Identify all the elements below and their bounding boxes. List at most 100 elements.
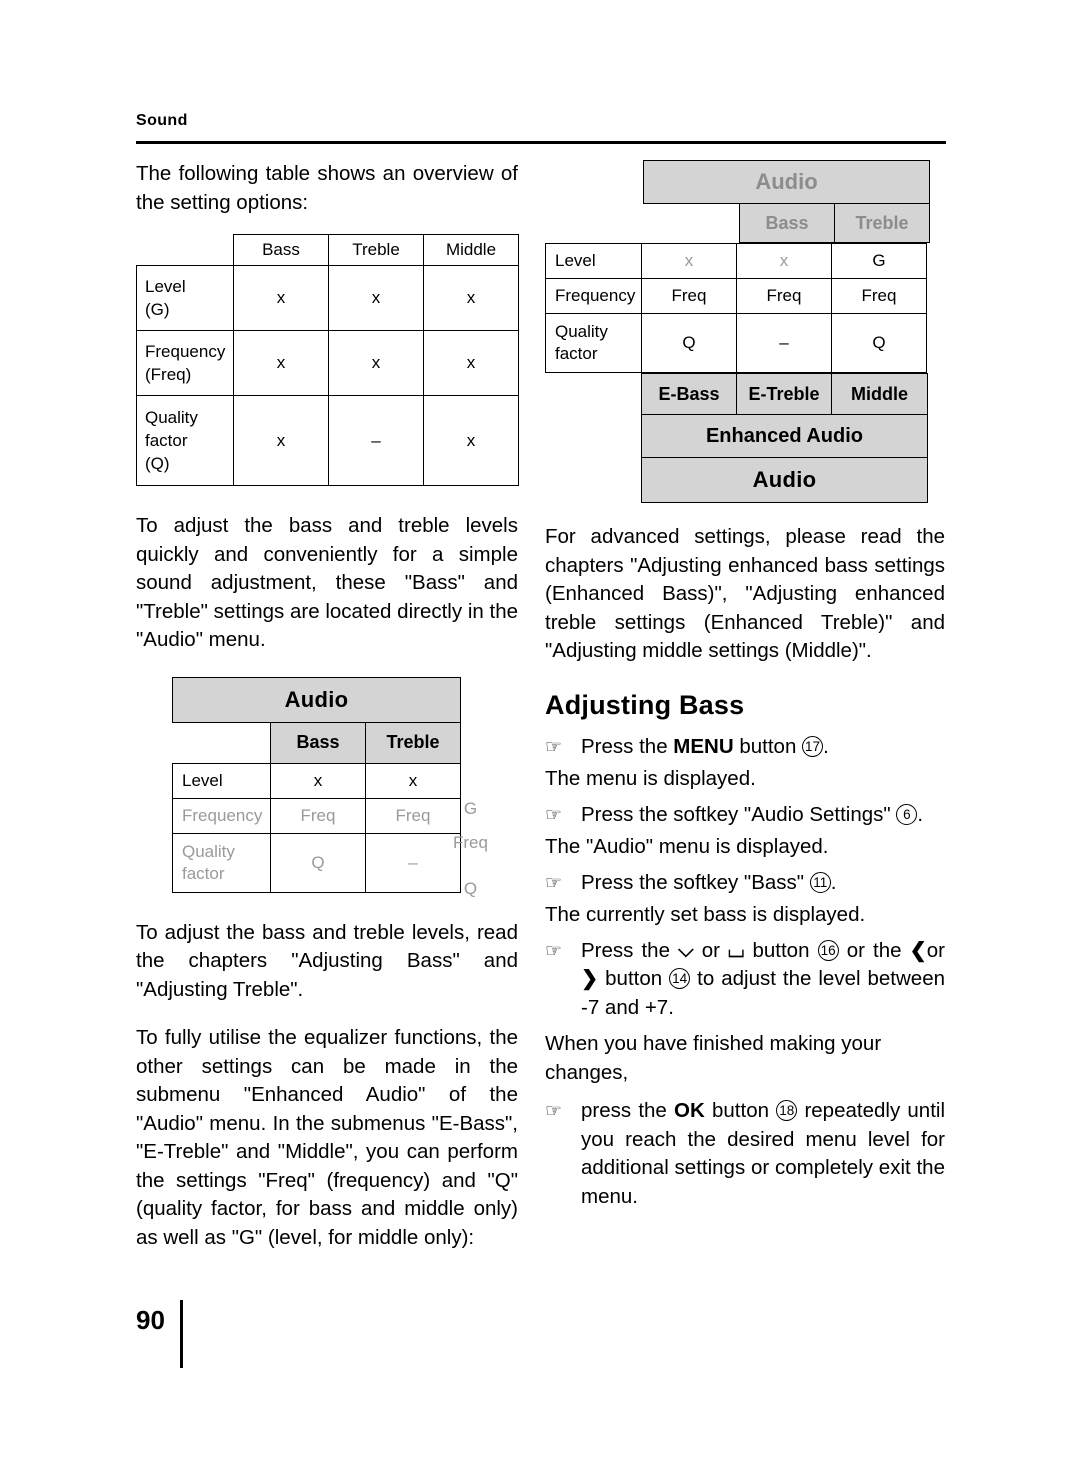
table-row: Quality factor Q – bbox=[172, 832, 461, 893]
overview-cell: x bbox=[328, 330, 424, 396]
pointing-hand-icon: ☞ bbox=[545, 1101, 563, 1122]
left-column: The following table shows an overview of… bbox=[136, 160, 519, 1252]
screen-row-label-quality: Quality factor bbox=[172, 832, 271, 893]
page-number: 90 bbox=[136, 1305, 165, 1335]
step-text-button2: button bbox=[598, 967, 670, 990]
header-rule bbox=[136, 141, 946, 144]
overview-row-label-level: Level (G) bbox=[136, 265, 234, 331]
screen-cell: x bbox=[270, 762, 366, 799]
screen-subtab-row: E-Bass E-Treble Middle bbox=[641, 373, 928, 415]
screen-title-row: Audio bbox=[172, 676, 461, 723]
step-text-tail: . bbox=[917, 802, 924, 826]
screen-corner-cell bbox=[644, 204, 740, 243]
screen-enhanced-row: Enhanced Audio bbox=[641, 414, 928, 458]
screen-cell: G bbox=[463, 799, 478, 818]
step-text-post: button bbox=[733, 734, 803, 758]
chapter-header: Sound bbox=[136, 112, 188, 129]
overview-cell: x bbox=[233, 265, 329, 331]
screen-label-enhanced-audio: Enhanced Audio bbox=[641, 414, 928, 458]
overview-col-middle: Middle bbox=[423, 234, 519, 266]
paragraph-quick-adjust: To adjust the bass and treble levels qui… bbox=[136, 514, 518, 651]
step-text-pre: Press the softkey "Audio Settings" bbox=[581, 802, 897, 826]
overview-table: Bass Treble Middle Level (G) x x x Freque… bbox=[136, 234, 519, 486]
screen-col-bass: Bass bbox=[739, 203, 835, 243]
paragraph-equalizer: To fully utilise the equalizer functions… bbox=[136, 1026, 518, 1249]
intro-paragraph: The following table shows an overview of… bbox=[136, 162, 518, 214]
screen-cell: x bbox=[641, 243, 737, 279]
step-text-button: button bbox=[744, 938, 818, 962]
enhanced-audio-footer: E-Bass E-Treble Middle Enhanced Audio Au… bbox=[641, 373, 928, 503]
overview-cell: x bbox=[423, 265, 519, 331]
overview-row-label-quality: Quality factor (Q) bbox=[136, 395, 234, 486]
step-text-tail: . bbox=[823, 734, 829, 758]
pointing-hand-icon: ☞ bbox=[545, 872, 563, 894]
document-page: Sound The following table shows an overv… bbox=[0, 0, 1080, 1460]
screen-corner-cell bbox=[173, 722, 271, 763]
step-text-pre: Press the bbox=[581, 734, 674, 758]
screen-cell: G bbox=[831, 243, 927, 279]
screen-header-row: Bass Treble bbox=[644, 203, 930, 243]
screen-tab-etreble: E-Treble bbox=[736, 373, 832, 415]
step-note-bass-displayed: The currently set bass is displayed. bbox=[545, 903, 866, 926]
overview-cell: x bbox=[423, 395, 519, 486]
table-row: Level x x G bbox=[545, 243, 927, 279]
screen-header-row: Bass Treble bbox=[173, 721, 461, 764]
overview-cell: – bbox=[328, 395, 424, 486]
step-text-orthe: or the bbox=[838, 938, 910, 962]
screen-title: Audio bbox=[172, 676, 461, 723]
left-arrow-icon: ❮ bbox=[909, 938, 927, 962]
screen-cell: x bbox=[736, 243, 832, 279]
screen-row-label-level: Level bbox=[545, 243, 642, 279]
paragraph-advanced-settings: For advanced settings, please read the c… bbox=[545, 525, 945, 662]
step-note-menu-displayed: The menu is displayed. bbox=[545, 767, 756, 790]
screen-row-label-frequency: Frequency bbox=[545, 278, 642, 314]
overview-cell: x bbox=[328, 265, 424, 331]
screen-title-row: Audio bbox=[643, 160, 930, 204]
overview-cell: x bbox=[233, 395, 329, 486]
right-arrow-icon: ❯ bbox=[581, 967, 599, 990]
paragraph-read-chapters: To adjust the bass and treble levels, re… bbox=[136, 920, 518, 1001]
table-row: Quality factor Q – Q bbox=[545, 313, 927, 373]
overview-cell: x bbox=[423, 330, 519, 396]
screen-footer-row: Audio bbox=[641, 457, 928, 503]
overview-cell: x bbox=[233, 330, 329, 396]
screen-cell: Q bbox=[831, 313, 927, 373]
down-arrow-icon: ⌵ bbox=[678, 938, 694, 962]
screen-cell: Q bbox=[641, 313, 737, 373]
audio-screen-third-column: G Freq Q bbox=[424, 708, 517, 918]
enhanced-audio-screen: Audio Bass Treble bbox=[643, 160, 945, 243]
step-bold-ok: OK bbox=[674, 1099, 705, 1122]
pointing-hand-icon: ☞ bbox=[545, 736, 563, 758]
step-text-tail: . bbox=[830, 870, 837, 894]
step-adjust-level: ☞ Press the ⌵ or ⌴ button 16 or the ❮or … bbox=[545, 937, 945, 1023]
step-press-ok: ☞ press the OK button 18 repeatedly unti… bbox=[545, 1097, 945, 1211]
step-bold-menu: MENU bbox=[673, 734, 734, 758]
table-row: Frequency (Freq) x x x bbox=[136, 330, 519, 396]
page-title: Adjusting Bass bbox=[545, 689, 745, 720]
paragraph-finished: When you have finished making your chang… bbox=[545, 1032, 882, 1084]
screen-cell: Freq bbox=[641, 278, 737, 314]
step-note-audio-menu-displayed: The "Audio" menu is displayed. bbox=[545, 835, 829, 858]
screen-row-label-level: Level bbox=[172, 762, 271, 799]
step-press-bass: ☞ Press the softkey "Bass" 11. bbox=[545, 869, 945, 898]
screen-cell: Q bbox=[463, 879, 478, 898]
table-header-row: Bass Treble Middle bbox=[137, 234, 519, 266]
reference-number: 16 bbox=[817, 939, 839, 961]
screen-tab-ebass: E-Bass bbox=[641, 373, 737, 415]
overview-col-bass: Bass bbox=[233, 234, 329, 266]
table-row: Level x x bbox=[172, 762, 461, 799]
right-column: Audio Bass Treble Level x x G Frequency … bbox=[545, 160, 945, 1211]
screen-cell: Freq bbox=[736, 278, 832, 314]
step-text-pre: press the bbox=[581, 1099, 675, 1122]
overview-corner-cell bbox=[137, 235, 234, 266]
screen-row-label-quality: Quality factor bbox=[545, 313, 642, 373]
screen-tab-middle: Middle bbox=[831, 373, 928, 415]
table-row: Quality factor (Q) x – x bbox=[136, 395, 519, 486]
screen-col-bass: Bass bbox=[270, 721, 366, 764]
screen-cell: Freq bbox=[831, 278, 927, 314]
step-text-or2: or bbox=[926, 938, 945, 962]
reference-number: 17 bbox=[802, 735, 824, 757]
step-text-mid: button bbox=[704, 1099, 777, 1122]
pointing-hand-icon: ☞ bbox=[545, 804, 563, 826]
step-text-pre: Press the softkey "Bass" bbox=[581, 870, 810, 894]
